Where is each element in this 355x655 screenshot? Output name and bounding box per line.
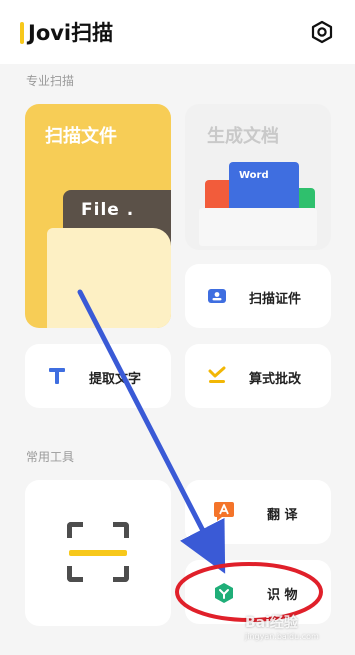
scan-id-card[interactable]: 扫描证件 <box>185 264 331 328</box>
scan-line-icon <box>69 550 127 556</box>
scan-id-label: 扫描证件 <box>249 292 302 307</box>
title-accent-bar <box>20 22 24 44</box>
folder-label: File . <box>81 200 135 220</box>
scan-file-card[interactable]: 扫描文件 File . <box>25 104 171 328</box>
extract-text-label: 提取文字 <box>89 372 142 387</box>
calc-grading-label: 算式批改 <box>249 372 302 387</box>
leaf-hex-icon <box>215 583 233 603</box>
app-title: Jovi扫描 <box>28 21 114 45</box>
folder-front-graphic <box>47 228 171 328</box>
text-t-icon <box>49 368 65 384</box>
translate-icon <box>214 502 234 521</box>
generate-doc-card[interactable]: 生成文档 Word <box>185 104 331 250</box>
extract-text-card[interactable]: 提取文字 <box>25 344 171 408</box>
doc-tray-graphic <box>199 208 317 246</box>
section-label-common-tools: 常用工具 <box>26 450 75 464</box>
check-icon <box>208 366 226 383</box>
translate-card[interactable]: 翻 译 <box>185 480 331 544</box>
scan-frame-corner-br <box>113 566 129 582</box>
gear-icon[interactable] <box>310 20 334 44</box>
recognize-object-label: 识 物 <box>267 588 298 603</box>
word-doc-label: Word <box>239 170 269 181</box>
id-card-icon <box>208 289 226 303</box>
app-header: Jovi扫描 <box>0 0 355 64</box>
watermark-text: Bai经验 <box>245 615 298 631</box>
translate-label: 翻 译 <box>267 508 298 523</box>
section-label-pro-scan: 专业扫描 <box>26 74 75 88</box>
scan-frame-corner-tl <box>67 522 83 538</box>
scan-frame-corner-bl <box>67 566 83 582</box>
scan-file-label: 扫描文件 <box>45 126 117 147</box>
calc-grading-card[interactable]: 算式批改 <box>185 344 331 408</box>
watermark-subtext: jingyan.baidu.com <box>245 632 319 641</box>
scan-frame-corner-tr <box>113 522 129 538</box>
scanner-tool-card[interactable] <box>25 480 171 626</box>
generate-doc-label: 生成文档 <box>207 126 279 147</box>
